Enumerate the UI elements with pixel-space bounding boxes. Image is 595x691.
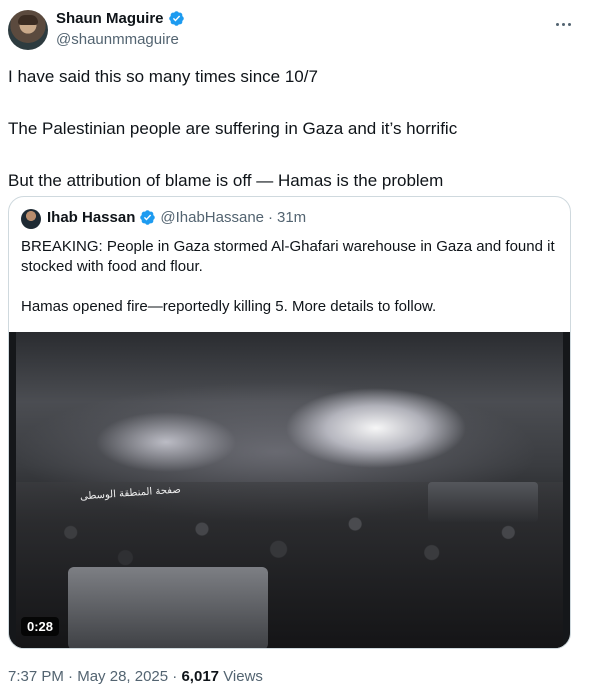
author-name-row: Shaun Maguire [56, 10, 185, 27]
meta-separator: · [68, 668, 74, 685]
video-player[interactable]: صفحة المنطقة الوسطى [9, 332, 570, 648]
post-time[interactable]: 7:37 PM [8, 668, 64, 685]
views-label: Views [223, 668, 263, 685]
post-date[interactable]: May 28, 2025 [77, 668, 168, 685]
verified-badge-icon [140, 210, 156, 225]
quoted-tweet[interactable]: Ihab Hassan @IhabHassane · 31m BREAKING:… [8, 196, 571, 649]
meta-separator: · [172, 668, 178, 685]
quoted-author-name[interactable]: Ihab Hassan [47, 209, 135, 226]
quoted-time-ago: 31m [277, 209, 307, 226]
views-count: 6,017 [181, 668, 220, 685]
quoted-author-handle: @IhabHassane [160, 209, 264, 226]
author-display-name[interactable]: Shaun Maguire [56, 10, 164, 27]
video-object [428, 482, 538, 522]
quoted-separator: · [268, 209, 273, 226]
quoted-tweet-header: Ihab Hassan @IhabHassane · 31m [47, 209, 306, 226]
tweet-meta: 7:37 PM · May 28, 2025 · 6,017 Views [8, 668, 263, 685]
author-avatar[interactable] [8, 10, 48, 50]
video-duration-badge: 0:28 [21, 617, 60, 636]
tweet-text: I have said this so many times since 10/… [8, 67, 458, 190]
quoted-author-avatar[interactable] [21, 209, 41, 229]
more-options-icon[interactable] [553, 14, 573, 34]
author-handle[interactable]: @shaunmmaguire [56, 31, 179, 48]
verified-badge-icon[interactable] [168, 10, 185, 27]
quoted-tweet-text: BREAKING: People in Gaza stormed Al-Ghaf… [21, 238, 555, 315]
video-object [68, 567, 268, 648]
